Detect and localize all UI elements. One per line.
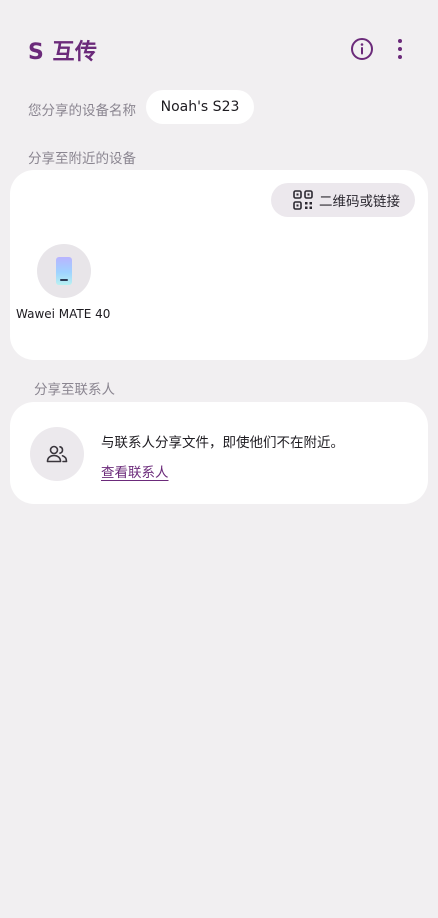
nearby-devices-card: 二维码或链接 Wawei MATE 40 [10, 170, 428, 360]
device-name-label: 您分享的设备名称 [28, 103, 136, 119]
contacts-section-title: 分享至联系人 [34, 382, 115, 398]
app-header: S 互传 [0, 0, 438, 100]
nearby-device-item[interactable]: Wawei MATE 40 [16, 244, 116, 328]
device-name-chip[interactable]: Noah's S23 [146, 90, 254, 124]
device-name-row: 您分享的设备名称 Noah's S23 [28, 90, 428, 124]
nearby-section-title: 分享至附近的设备 [28, 151, 136, 167]
info-icon[interactable] [350, 37, 374, 61]
phone-icon [56, 257, 72, 285]
contacts-description: 与联系人分享文件，即使他们不在附近。 [101, 435, 344, 451]
contacts-icon [30, 427, 84, 481]
view-contacts-link[interactable]: 查看联系人 [101, 461, 169, 481]
contacts-card: 与联系人分享文件，即使他们不在附近。 查看联系人 [10, 402, 428, 504]
more-options-icon[interactable] [390, 37, 410, 61]
qr-code-or-link-button[interactable]: 二维码或链接 [271, 183, 415, 217]
device-avatar [37, 244, 91, 298]
device-name: Wawei MATE 40 [16, 307, 111, 321]
qr-code-icon [293, 190, 313, 210]
qr-button-label: 二维码或链接 [319, 194, 400, 210]
app-title: S 互传 [28, 40, 98, 65]
